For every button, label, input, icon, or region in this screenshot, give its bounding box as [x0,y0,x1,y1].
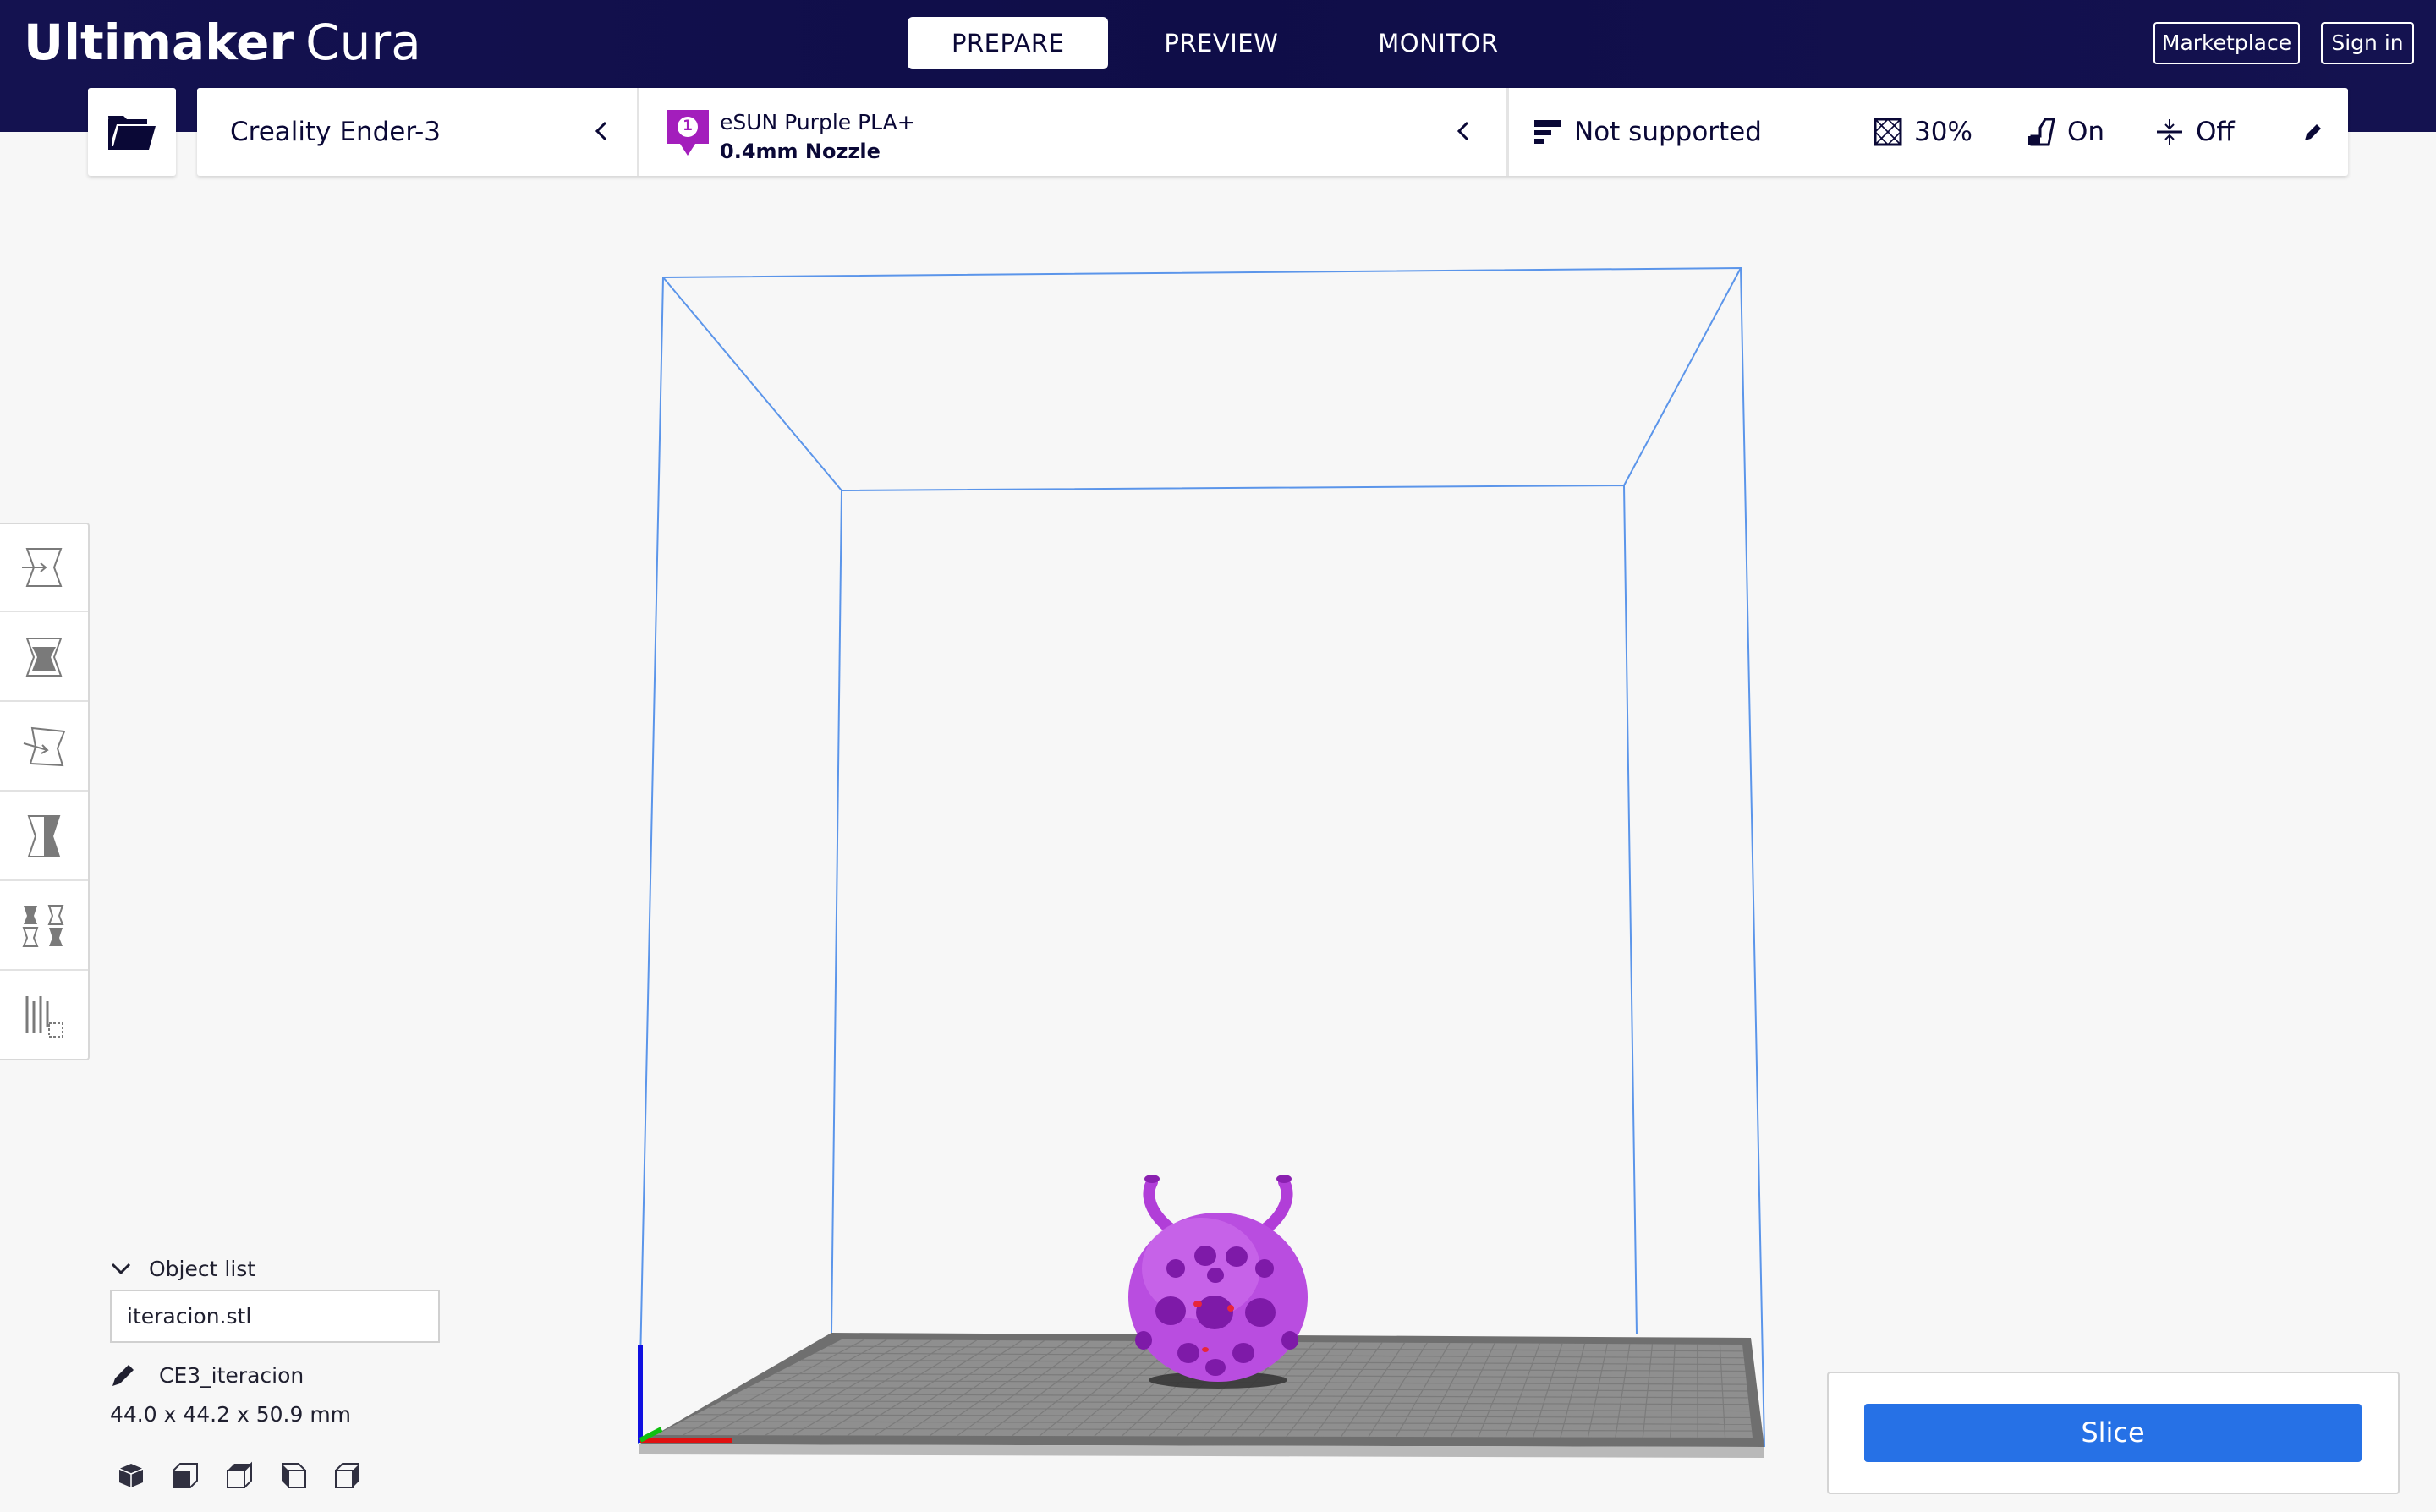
chevron-left-icon [595,121,607,141]
support-value: On [2067,117,2105,147]
action-panel: Slice [1827,1372,2400,1494]
infill-value: 30% [1914,117,1972,147]
tab-preview[interactable]: PREVIEW [1120,17,1322,69]
job-name: CE3_iteracion [159,1362,304,1388]
cube-left-icon [282,1463,306,1488]
tab-prepare[interactable]: PREPARE [908,17,1109,69]
support-setting: On [2027,113,2104,151]
support-icon [2028,118,2055,146]
chevron-left-icon [1457,121,1469,141]
move-tool-button[interactable] [0,524,88,612]
logo-product: Cura [305,14,421,71]
profile-label: Not supported [1574,117,1762,147]
model-dimensions: 44.0 x 44.2 x 50.9 mm [110,1402,352,1427]
mirror-icon [27,815,61,857]
cube-right-icon [335,1463,359,1488]
print-settings-selector[interactable]: Not supported 30% On Off [1510,88,2348,176]
adhesion-icon [2157,119,2182,145]
adhesion-setting: Off [2155,113,2235,151]
view-3d-button[interactable] [110,1454,152,1497]
pencil-icon[interactable] [2302,122,2324,144]
printer-name: Creality Ender-3 [230,117,442,147]
view-left-button[interactable] [272,1454,315,1497]
view-front-button[interactable] [164,1454,206,1497]
object-list-item[interactable]: iteracion.stl [110,1290,440,1343]
sign-in-button[interactable]: Sign in [2321,22,2414,64]
view-orientation-buttons [110,1454,381,1497]
material-selector[interactable]: 1 eSUN Purple PLA+ 0.4mm Nozzle [639,88,1506,176]
printer-selector[interactable]: Creality Ender-3 [197,88,637,176]
material-name: eSUN Purple PLA+ [720,110,915,134]
mirror-tool-button[interactable] [0,793,88,881]
infill-icon [1874,118,1902,146]
object-list-toggle[interactable]: Object list [110,1252,255,1285]
divider [1506,88,1509,176]
profile-setting: Not supported [1533,113,1762,151]
tab-monitor[interactable]: MONITOR [1334,17,1542,69]
infill-setting: 30% [1874,113,1972,151]
slice-button[interactable]: Slice [1864,1404,2362,1462]
move-icon [22,548,63,587]
extruder-index: 1 [683,118,693,134]
model-iteracion[interactable] [1128,1175,1308,1389]
rotate-tool-button[interactable] [0,704,88,792]
support-blocker-button[interactable] [0,972,88,1060]
marketplace-button[interactable]: Marketplace [2153,22,2300,64]
chevron-down-icon [111,1263,131,1275]
open-file-button[interactable] [88,88,176,176]
app-logo: Ultimaker Cura [24,12,421,73]
machine-selector-bar: Creality Ender-3 1 eSUN Purple PLA+ 0.4m… [197,88,2348,176]
folder-open-icon [108,116,156,150]
logo-brand: Ultimaker [24,14,294,71]
adhesion-value: Off [2196,117,2235,147]
tool-panel [0,523,90,1060]
stage-tabs: PREPARE PREVIEW MONITOR [908,17,1543,69]
view-top-button[interactable] [218,1454,261,1497]
job-name-row[interactable]: CE3_iteracion [110,1358,304,1392]
scale-icon [25,638,63,677]
per-model-settings-button[interactable] [0,883,88,971]
per-model-settings-icon [22,905,64,947]
cube-top-icon [227,1461,252,1488]
support-blocker-icon [25,996,63,1038]
view-right-button[interactable] [326,1454,369,1497]
pencil-icon [112,1365,134,1386]
cube-front-icon [173,1463,198,1488]
cube-3d-icon [118,1464,144,1487]
profile-icon [1534,120,1561,144]
rotate-icon [23,726,66,767]
object-list-title: Object list [149,1256,256,1281]
nozzle-size: 0.4mm Nozzle [720,140,881,163]
scale-tool-button[interactable] [0,614,88,702]
